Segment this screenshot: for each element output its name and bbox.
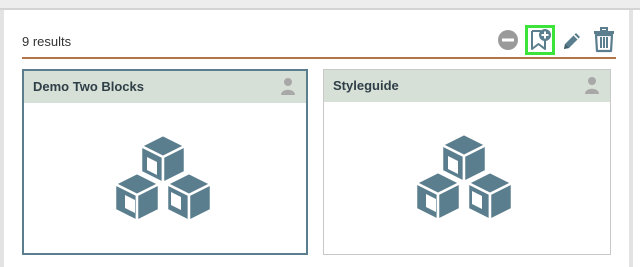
top-strip bbox=[0, 0, 640, 10]
left-border bbox=[0, 10, 4, 267]
user-icon bbox=[585, 77, 599, 94]
add-bookmark-button[interactable] bbox=[525, 25, 555, 55]
card-title: Demo Two Blocks bbox=[33, 79, 145, 94]
content-card[interactable]: Styleguide bbox=[323, 69, 611, 255]
trash-icon bbox=[594, 27, 614, 53]
remove-button[interactable] bbox=[497, 29, 519, 51]
toolbar-divider bbox=[22, 57, 616, 59]
pencil-icon bbox=[564, 33, 580, 49]
user-icon bbox=[281, 78, 295, 95]
right-border bbox=[629, 10, 633, 267]
results-count: 9 results bbox=[22, 34, 72, 49]
bookmark-plus-icon bbox=[531, 29, 551, 50]
card-header: Demo Two Blocks bbox=[24, 71, 306, 103]
card-title: Styleguide bbox=[333, 78, 399, 93]
edit-button[interactable] bbox=[560, 29, 584, 53]
cubes-icon bbox=[113, 133, 213, 223]
delete-button[interactable] bbox=[592, 27, 616, 53]
cubes-icon bbox=[414, 132, 514, 222]
card-header: Styleguide bbox=[324, 70, 610, 102]
content-card[interactable]: Demo Two Blocks bbox=[22, 69, 308, 255]
minus-circle-icon bbox=[498, 30, 518, 50]
